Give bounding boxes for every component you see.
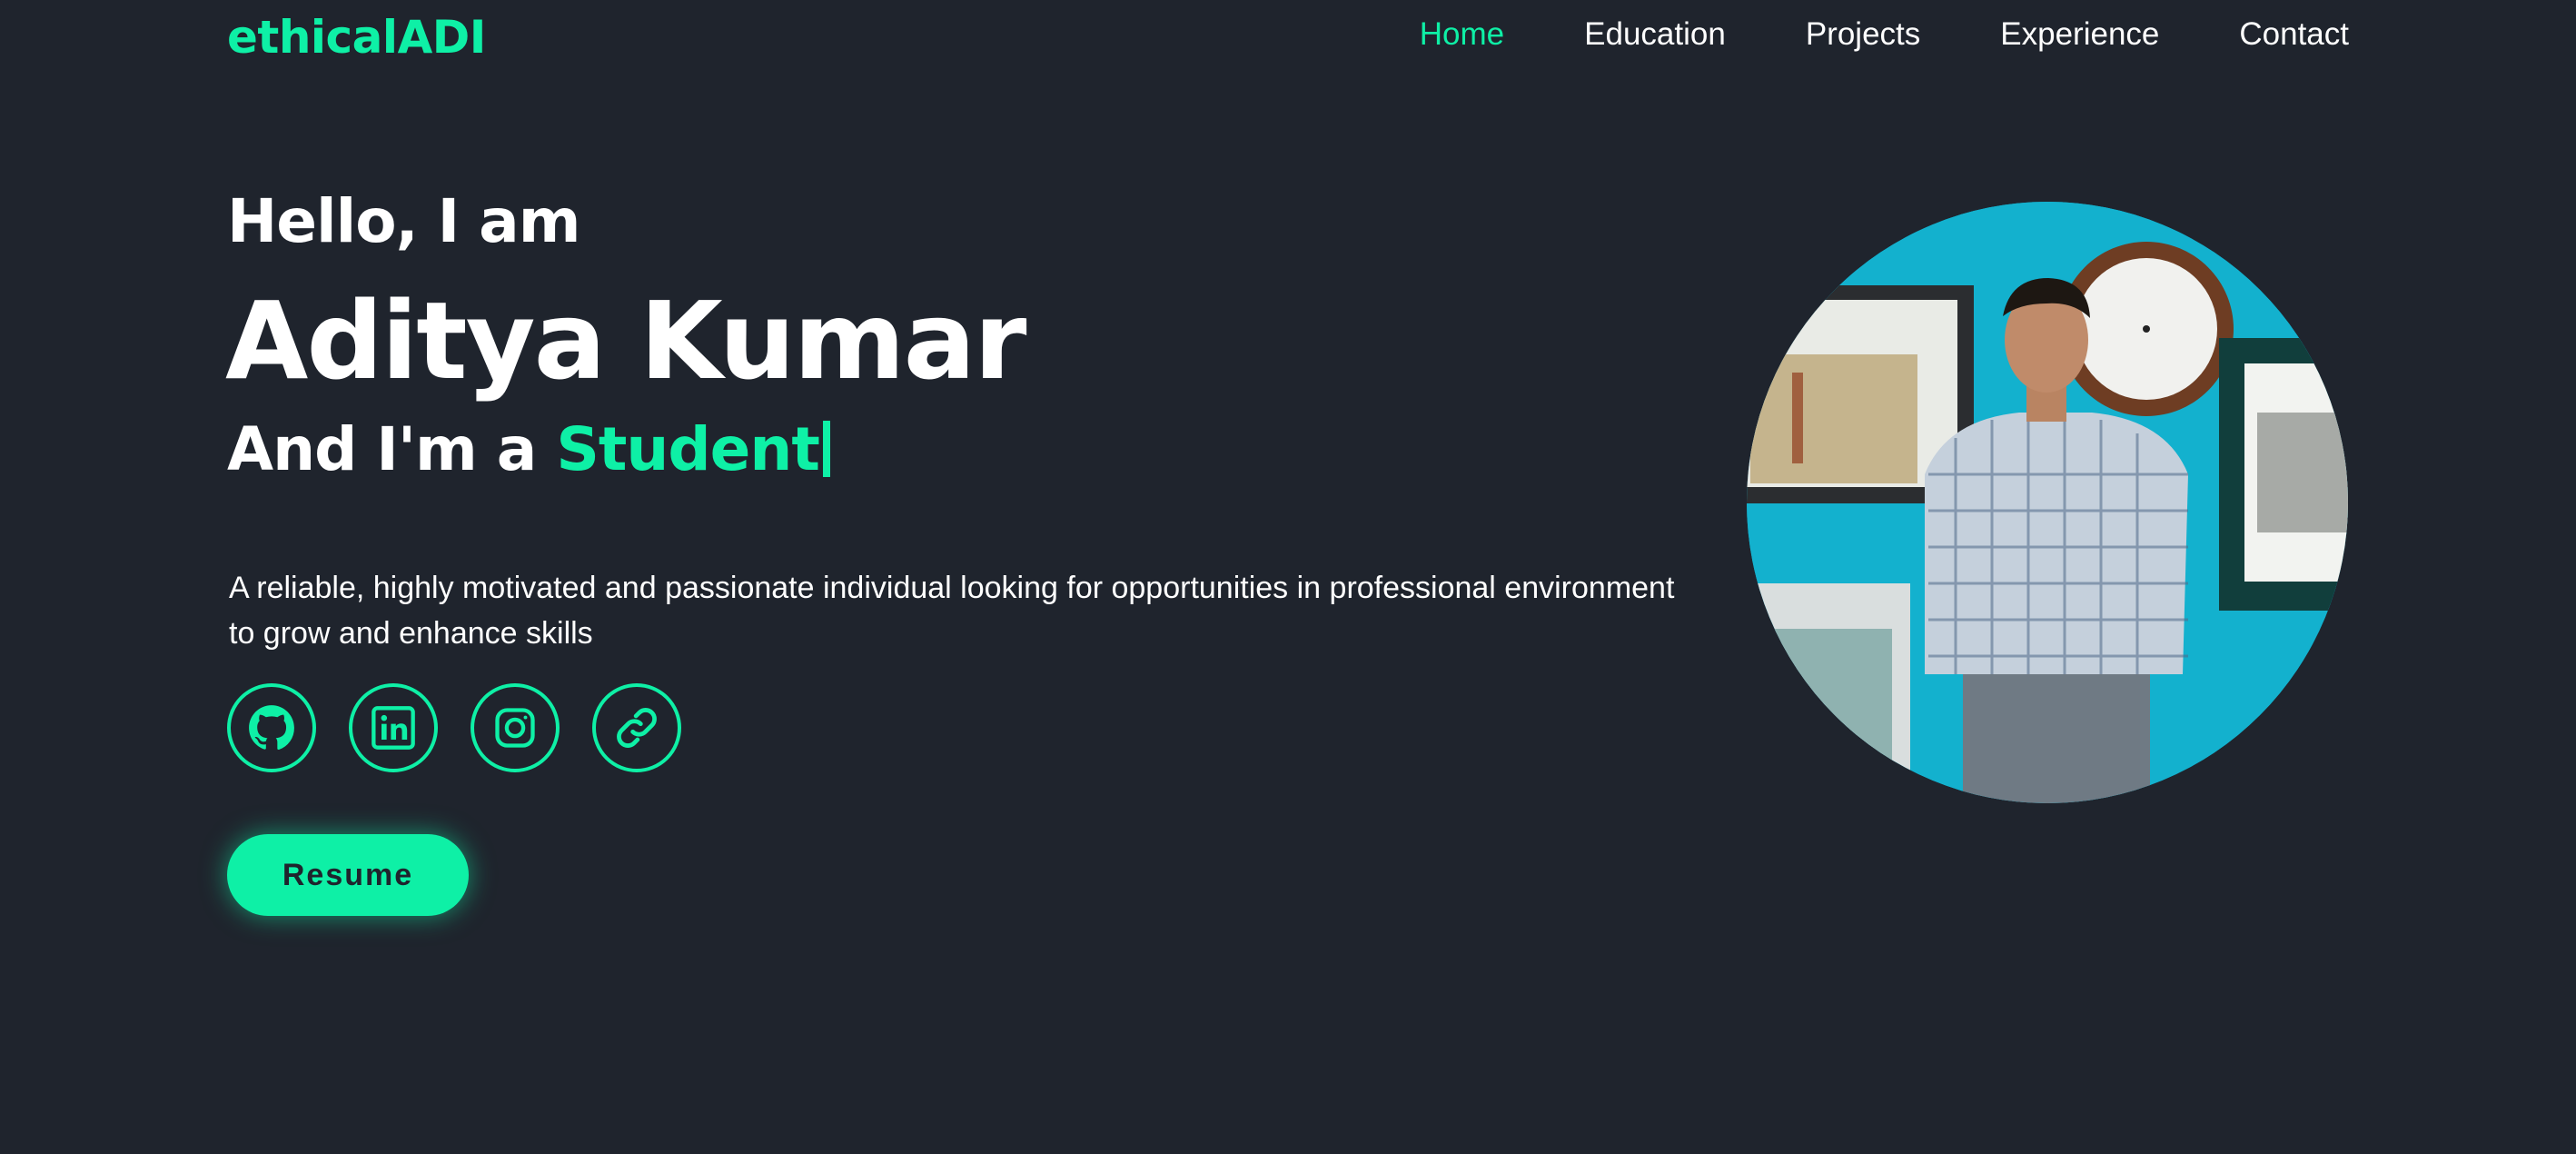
instagram-icon xyxy=(495,708,535,748)
greeting-heading: Hello, I am xyxy=(227,186,580,256)
name-heading: Aditya Kumar xyxy=(225,278,1026,403)
link-icon xyxy=(617,708,657,748)
site-logo[interactable]: ethicalADI xyxy=(227,11,486,64)
intro-description: A reliable, highly motivated and passion… xyxy=(229,571,1675,651)
role-highlight: Student xyxy=(556,414,820,484)
nav-education[interactable]: Education xyxy=(1584,16,1726,53)
linkedin-link[interactable] xyxy=(349,683,438,772)
typing-cursor xyxy=(822,421,830,477)
nav-contact[interactable]: Contact xyxy=(2239,16,2349,53)
nav-experience[interactable]: Experience xyxy=(2000,16,2159,53)
github-link[interactable] xyxy=(227,683,316,772)
profile-photo-illustration xyxy=(1747,202,2348,803)
social-links xyxy=(227,683,681,772)
main-nav: Home Education Projects Experience Conta… xyxy=(1420,16,2349,53)
nav-home[interactable]: Home xyxy=(1420,16,1504,53)
page: ethicalADI Home Education Projects Exper… xyxy=(0,0,2576,1154)
github-icon xyxy=(249,705,294,751)
role-heading: And I'm a Student xyxy=(227,414,830,484)
website-link[interactable] xyxy=(592,683,681,772)
linkedin-icon xyxy=(372,706,415,750)
instagram-link[interactable] xyxy=(471,683,560,772)
role-prefix: And I'm a xyxy=(227,414,557,484)
resume-button[interactable]: Resume xyxy=(227,834,469,916)
nav-projects[interactable]: Projects xyxy=(1806,16,1920,53)
profile-photo xyxy=(1747,202,2348,803)
